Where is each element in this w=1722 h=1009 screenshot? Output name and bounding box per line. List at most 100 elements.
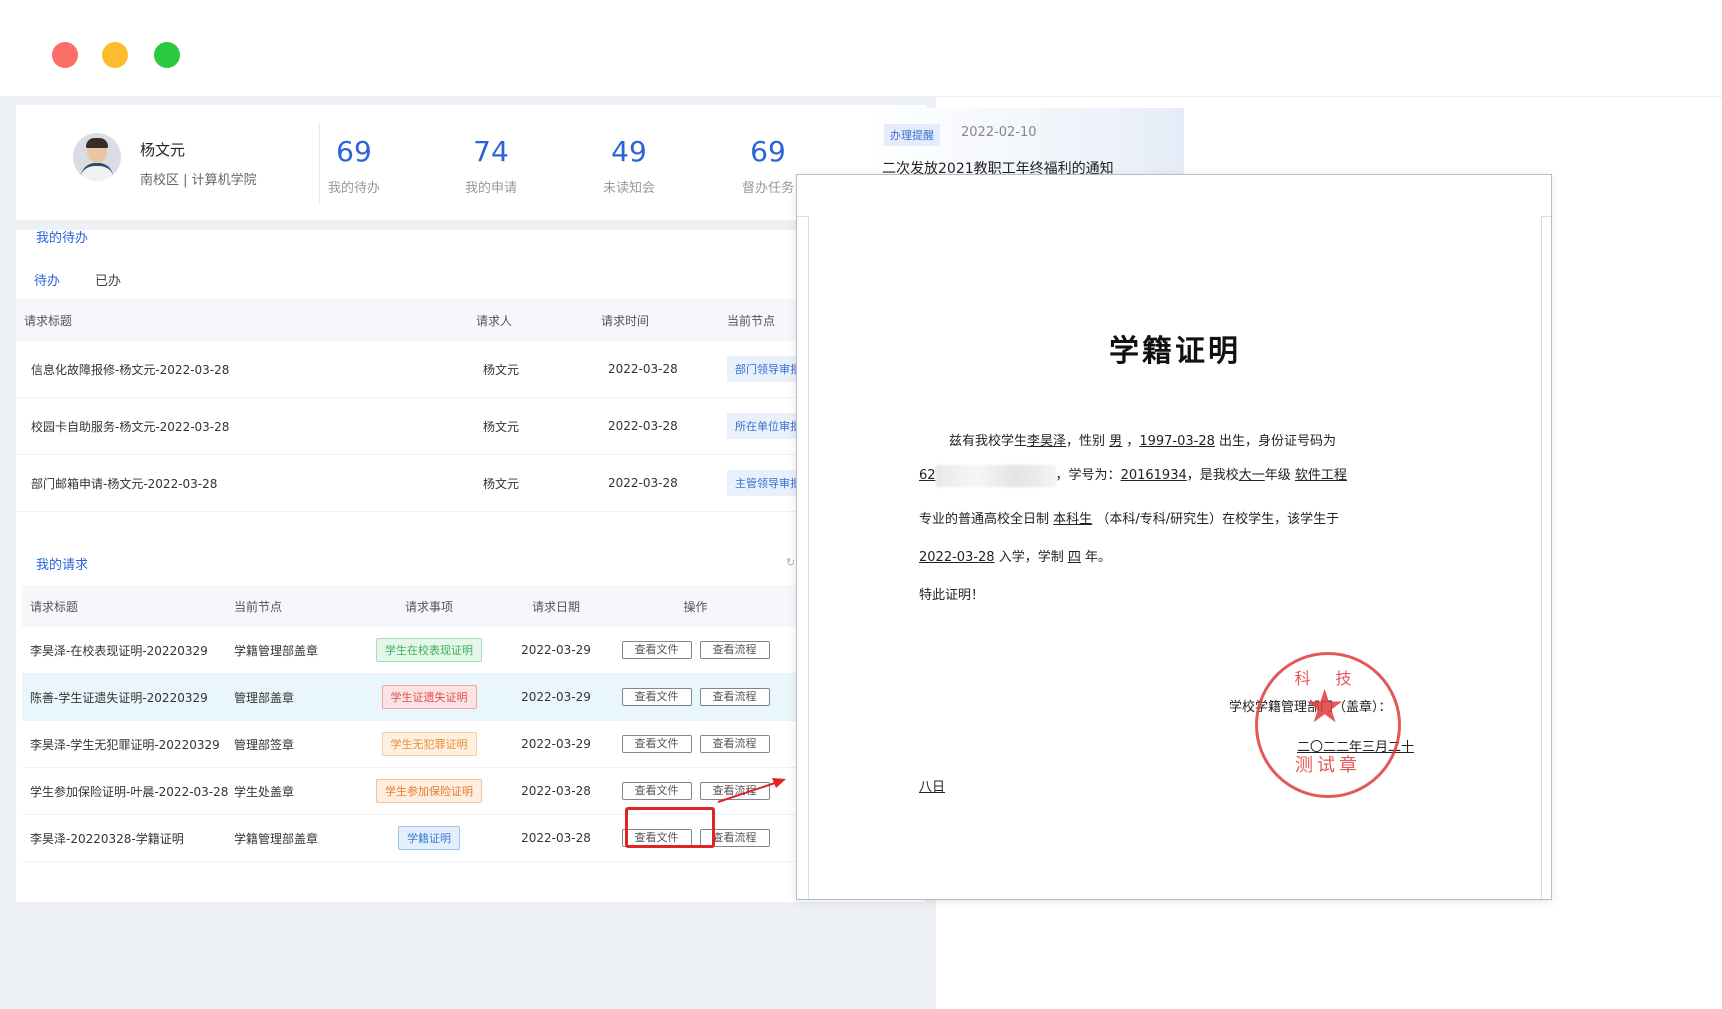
- document-closing: 特此证明！: [919, 588, 985, 603]
- avatar-hair-shape: [86, 138, 108, 148]
- doc-text: ，学号为：: [1055, 468, 1121, 483]
- column-header: 请求标题: [22, 585, 233, 627]
- column-header: 请求事项: [353, 585, 505, 627]
- request-node: 管理部签章: [233, 720, 353, 768]
- request-title[interactable]: 李昊泽-20220328-学籍证明: [22, 814, 233, 862]
- request-item-tag: 学籍证明: [398, 826, 460, 850]
- doc-text: 年级: [1264, 468, 1291, 483]
- table-row[interactable]: 校园卡自助服务-杨文元-2022-03-28 杨文元 2022-03-28 所在…: [16, 397, 926, 455]
- request-title[interactable]: 陈善-学生证遗失证明-20220329: [22, 673, 233, 721]
- id-number-prefix: 62: [919, 468, 936, 483]
- column-header: 请求时间: [600, 299, 726, 341]
- request-date: 2022-03-29: [505, 627, 607, 674]
- window-titlebar: [0, 0, 1722, 97]
- tab-done[interactable]: 已办: [95, 270, 121, 289]
- todo-time: 2022-03-28: [600, 341, 726, 398]
- stat-my-applications[interactable]: 74 我的申请: [436, 135, 546, 197]
- todo-title[interactable]: 校园卡自助服务-杨文元-2022-03-28: [16, 397, 475, 455]
- minimize-window-button[interactable]: [102, 42, 128, 68]
- doc-text: 入学，学制: [998, 550, 1064, 565]
- student-level: 本科生: [1053, 512, 1093, 527]
- user-department: 南校区 | 计算机学院: [140, 173, 257, 188]
- study-years: 四: [1067, 550, 1081, 565]
- view-file-button[interactable]: 查看文件: [621, 782, 692, 800]
- close-window-button[interactable]: [52, 42, 78, 68]
- maximize-window-button[interactable]: [154, 42, 180, 68]
- student-id: 20161934: [1120, 468, 1187, 483]
- table-row[interactable]: 陈善-学生证遗失证明-20220329 管理部盖章 学生证遗失证明 2022-0…: [22, 673, 922, 721]
- table-row[interactable]: 李昊泽-在校表现证明-20220329 学籍管理部盖章 学生在校表现证明 202…: [22, 627, 922, 674]
- stat-number: 69: [750, 135, 786, 168]
- stat-number: 49: [611, 135, 647, 168]
- doc-text: 兹有我校学生: [949, 434, 1028, 449]
- stat-my-todo[interactable]: 69 我的待办: [299, 137, 409, 197]
- request-title[interactable]: 李昊泽-在校表现证明-20220329: [22, 627, 233, 674]
- notice-card[interactable]: 办理提醒 2022-02-10 二次发放2021教职工年终福利的通知: [868, 108, 1184, 178]
- requests-section-title: 我的请求: [36, 558, 89, 573]
- request-node: 学籍管理部盖章: [233, 814, 353, 862]
- todo-title[interactable]: 部门邮箱申请-杨文元-2022-03-28: [16, 454, 475, 512]
- view-flow-button[interactable]: 查看流程: [699, 735, 770, 753]
- document-line-1: 兹有我校学生李昊泽，性别 男 ，1997-03-28 出生，身份证号码为: [919, 430, 1439, 449]
- request-title[interactable]: 李昊泽-学生无犯罪证明-20220329: [22, 720, 233, 768]
- requests-panel: 我的请求 ↻ 请求标题 当前节点 请求事项 请求日期 操作 李昊泽-在校表现证明…: [16, 540, 926, 902]
- document-line-3: 专业的普通高校全日制 本科生 （本科/专科/研究生）在校学生，该学生于: [919, 508, 1439, 527]
- highlight-box: [625, 807, 715, 848]
- stat-unread-notices[interactable]: 49 未读知会: [574, 135, 684, 197]
- document-date-end: 八日: [919, 780, 946, 795]
- request-date: 2022-03-28: [505, 767, 607, 815]
- todo-title[interactable]: 信息化故障报修-杨文元-2022-03-28: [16, 341, 475, 398]
- document-toolbar: [797, 175, 1551, 217]
- request-node: 管理部盖章: [233, 673, 353, 721]
- doc-text: 年。: [1085, 550, 1112, 565]
- doc-text: ，性别: [1066, 434, 1106, 449]
- todo-panel: 我的待办 待办 已办 请求标题 请求人 请求时间 当前节点 信息化故障报修-杨文…: [16, 230, 926, 582]
- view-file-button[interactable]: 查看文件: [621, 735, 692, 753]
- student-grade: 大一: [1238, 468, 1265, 483]
- seal-text: 测试章: [1295, 755, 1361, 776]
- profile-panel: 杨文元 南校区 | 计算机学院 69 我的待办 74 我的申请 49 未读知会 …: [16, 105, 926, 220]
- document-preview: 学籍证明 兹有我校学生李昊泽，性别 男 ，1997-03-28 出生，身份证号码…: [796, 174, 1552, 900]
- request-node: 学籍管理部盖章: [233, 627, 353, 674]
- todo-section-title: 我的待办: [36, 231, 89, 246]
- table-row[interactable]: 部门邮箱申请-杨文元-2022-03-28 杨文元 2022-03-28 主管领…: [16, 454, 926, 512]
- view-file-button[interactable]: 查看文件: [621, 688, 692, 706]
- student-gender: 男: [1109, 434, 1123, 449]
- stat-label: 我的待办: [327, 181, 380, 196]
- document-line-2: 62 ，学号为：20161934，是我校大一年级 软件工程: [919, 464, 1439, 487]
- request-date: 2022-03-29: [505, 720, 607, 768]
- enroll-date: 2022-03-28: [919, 550, 995, 565]
- table-row[interactable]: 李昊泽-学生无犯罪证明-20220329 管理部签章 学生无犯罪证明 2022-…: [22, 720, 922, 768]
- document-page: 学籍证明 兹有我校学生李昊泽，性别 男 ，1997-03-28 出生，身份证号码…: [808, 216, 1542, 899]
- view-file-button[interactable]: 查看文件: [621, 641, 692, 659]
- request-date: 2022-03-28: [505, 814, 607, 862]
- request-item-tag: 学生证遗失证明: [381, 685, 477, 709]
- table-row[interactable]: 信息化故障报修-杨文元-2022-03-28 杨文元 2022-03-28 部门…: [16, 341, 926, 398]
- todo-time: 2022-03-28: [600, 454, 726, 512]
- request-node: 学生处盖章: [233, 767, 353, 815]
- column-header: 请求标题: [16, 299, 475, 341]
- view-flow-button[interactable]: 查看流程: [699, 641, 770, 659]
- avatar: [73, 133, 121, 181]
- notice-date: 2022-02-10: [961, 125, 1037, 140]
- stat-label: 我的申请: [464, 181, 517, 196]
- avatar-body-shape: [81, 163, 113, 181]
- student-birth: 1997-03-28: [1139, 434, 1215, 449]
- refresh-icon[interactable]: ↻: [786, 556, 795, 569]
- tab-pending[interactable]: 待办: [34, 270, 60, 289]
- stat-number: 74: [473, 135, 509, 168]
- doc-text: 出生，身份证号码为: [1219, 434, 1337, 449]
- request-item-tag: 学生在校表现证明: [376, 638, 482, 662]
- request-title[interactable]: 学生参加保险证明-叶晨-2022-03-28: [22, 767, 233, 815]
- todo-person: 杨文元: [475, 341, 600, 398]
- view-flow-button[interactable]: 查看流程: [699, 688, 770, 706]
- request-item-tag: 学生无犯罪证明: [381, 732, 477, 756]
- doc-text: （本科/专科/研究生）在校学生，该学生于: [1096, 512, 1340, 527]
- todo-time: 2022-03-28: [600, 397, 726, 455]
- document-line-4: 2022-03-28 入学，学制 四 年。: [919, 546, 1439, 565]
- pointer-arrow-icon: [717, 778, 786, 803]
- notice-badge: 办理提醒: [884, 124, 940, 146]
- redacted-id: [935, 464, 1056, 487]
- table-row[interactable]: 李昊泽-20220328-学籍证明 学籍管理部盖章 学籍证明 2022-03-2…: [22, 814, 922, 862]
- doc-text: ，是我校: [1186, 468, 1239, 483]
